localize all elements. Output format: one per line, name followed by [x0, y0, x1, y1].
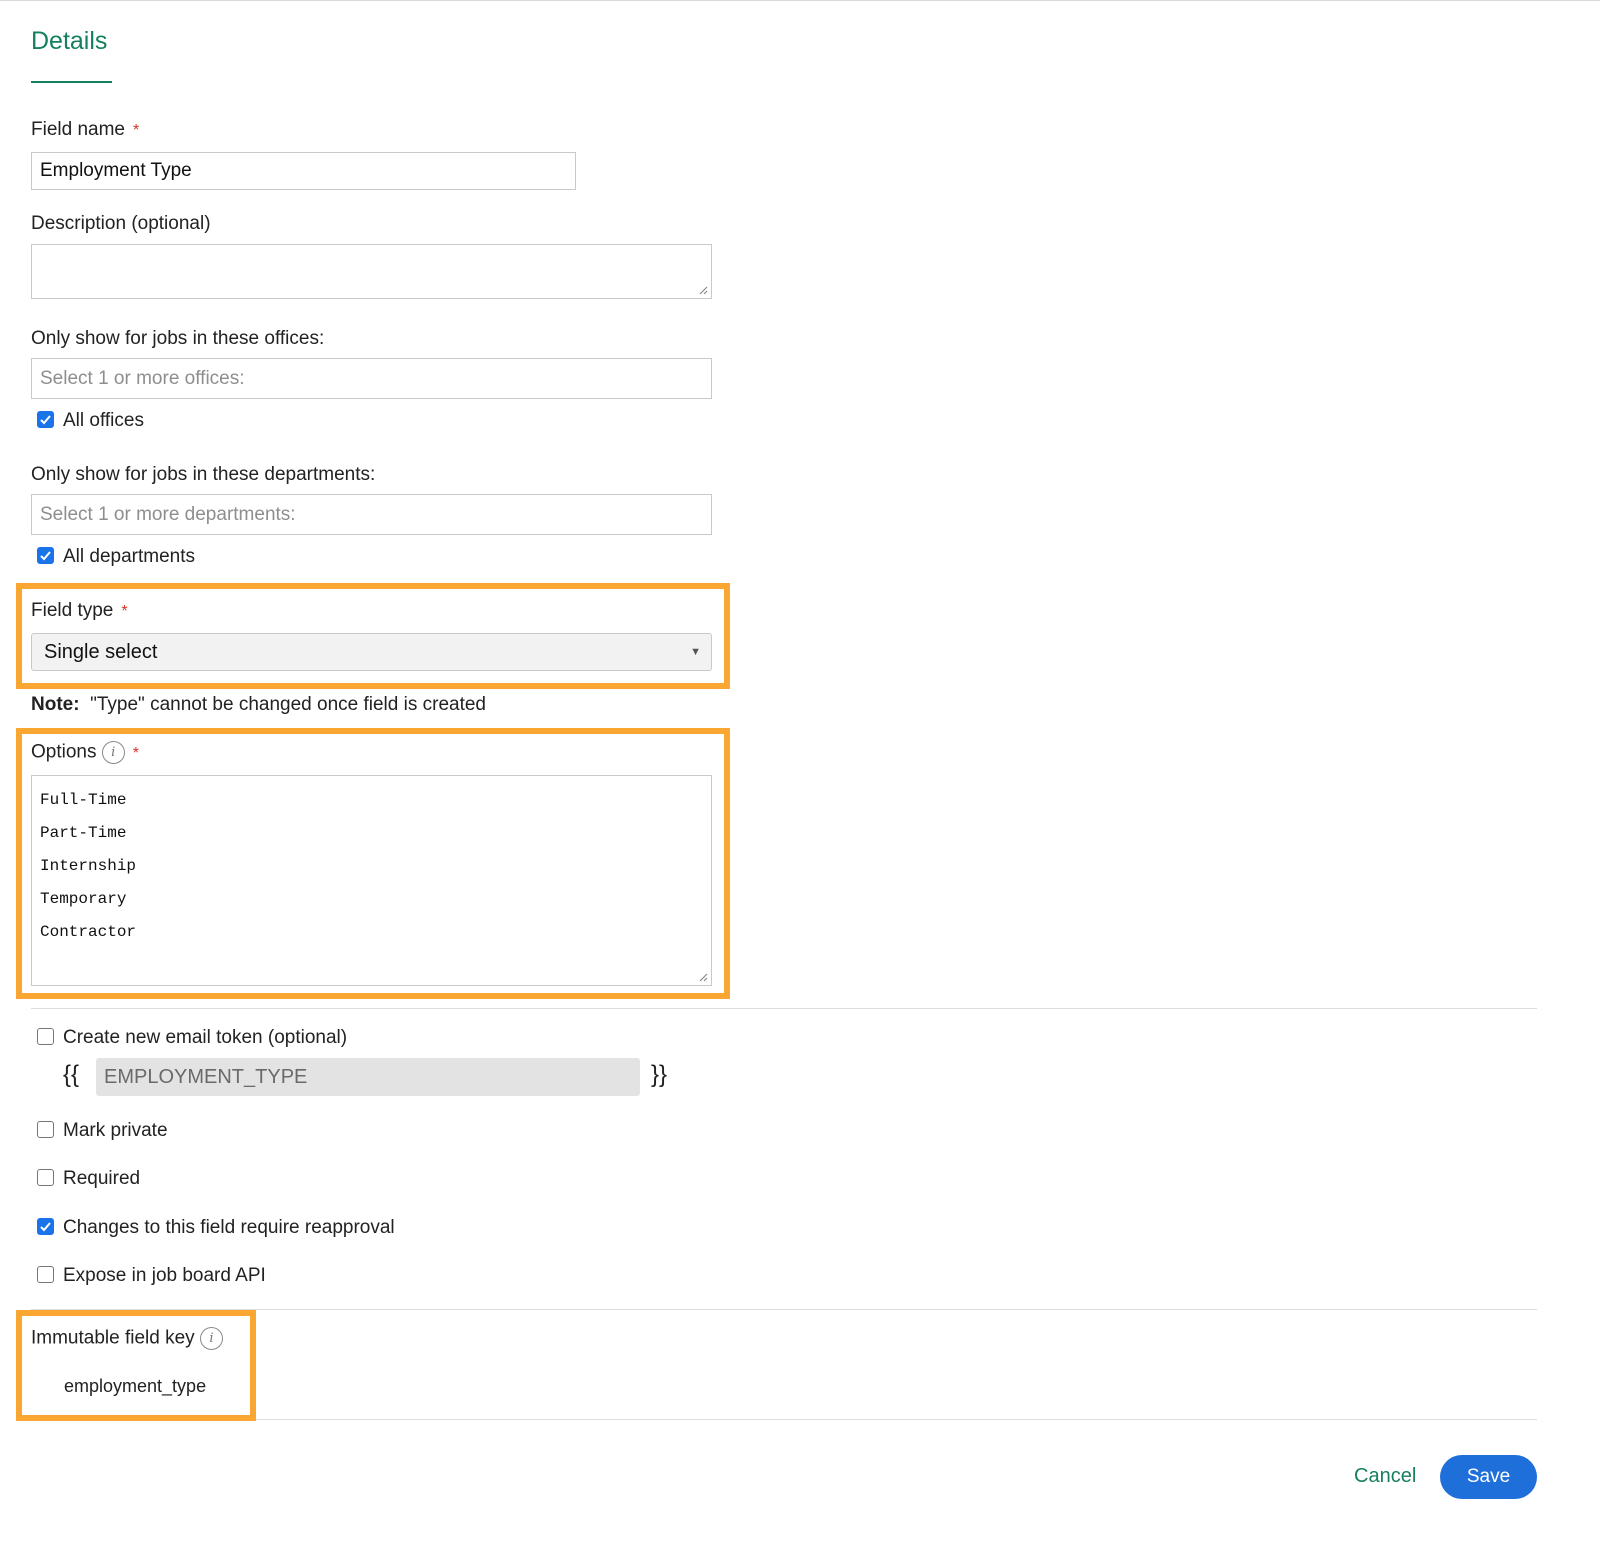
- reapproval-checkbox[interactable]: [37, 1218, 54, 1235]
- required-checkbox[interactable]: [37, 1169, 54, 1186]
- info-icon[interactable]: i: [101, 741, 125, 764]
- mark-private-checkbox[interactable]: [37, 1121, 54, 1138]
- tab-details[interactable]: Details: [31, 27, 107, 56]
- reapproval-label: Changes to this field require reapproval: [63, 1217, 395, 1238]
- field-type-value: Single select: [44, 640, 158, 663]
- option-item: Full-Time: [40, 791, 127, 809]
- options-list: Full-Time Part-Time Internship Temporary…: [40, 790, 136, 955]
- description-label: Description (optional): [31, 213, 211, 234]
- all-departments-label: All departments: [63, 546, 196, 567]
- save-button[interactable]: Save: [1440, 1455, 1537, 1499]
- all-departments-checkbox[interactable]: [37, 547, 54, 564]
- expose-api-label: Expose in job board API: [63, 1265, 266, 1286]
- option-item: Temporary: [40, 890, 127, 908]
- option-item: Internship: [40, 857, 137, 875]
- expose-api-checkbox[interactable]: [37, 1266, 54, 1283]
- checkmark-icon: [40, 415, 51, 425]
- section-divider: [31, 1309, 1537, 1310]
- email-token-checkbox[interactable]: [37, 1028, 54, 1045]
- tab-active-underline: [31, 81, 112, 83]
- required-asterisk: *: [121, 603, 128, 620]
- chevron-down-icon: ▼: [690, 646, 701, 658]
- token-open-brace: {{: [63, 1061, 80, 1088]
- field-name-input[interactable]: Employment Type: [31, 152, 576, 190]
- email-token-input[interactable]: EMPLOYMENT_TYPE: [96, 1058, 640, 1096]
- cancel-button[interactable]: Cancel: [1354, 1465, 1416, 1488]
- all-offices-checkbox[interactable]: [37, 411, 54, 428]
- note-bold: Note:: [31, 694, 80, 715]
- all-offices-label: All offices: [63, 410, 144, 431]
- section-divider: [31, 1008, 1537, 1009]
- departments-label: Only show for jobs in these departments:: [31, 464, 376, 485]
- resize-grip-icon[interactable]: [698, 285, 708, 295]
- field-name-label: Field name *: [31, 119, 140, 140]
- immutable-key-label: Immutable field key i: [31, 1327, 223, 1350]
- immutable-key-value: employment_type: [64, 1376, 207, 1396]
- mark-private-label: Mark private: [63, 1120, 168, 1141]
- field-type-label: Field type *: [31, 600, 128, 621]
- option-item: Contractor: [40, 923, 137, 941]
- description-textarea[interactable]: [31, 244, 712, 299]
- type-note: Note: "Type" cannot be changed once fiel…: [31, 694, 486, 716]
- required-asterisk: *: [132, 744, 139, 762]
- note-text: "Type" cannot be changed once field is c…: [90, 694, 486, 715]
- field-type-select[interactable]: Single select ▼: [31, 633, 712, 671]
- required-asterisk: *: [133, 122, 140, 139]
- required-label: Required: [63, 1168, 141, 1189]
- checkmark-icon: [40, 1222, 51, 1232]
- offices-select-input[interactable]: Select 1 or more offices:: [31, 358, 712, 399]
- checkmark-icon: [40, 551, 51, 561]
- section-divider: [256, 1419, 1537, 1420]
- email-token-label: Create new email token (optional): [63, 1027, 348, 1048]
- departments-select-input[interactable]: Select 1 or more departments:: [31, 494, 712, 535]
- info-icon[interactable]: i: [199, 1327, 223, 1350]
- offices-label: Only show for jobs in these offices:: [31, 328, 325, 349]
- resize-grip-icon[interactable]: [698, 972, 708, 982]
- options-label: Options i *: [31, 741, 139, 764]
- token-close-brace: }}: [651, 1061, 668, 1088]
- option-item: Part-Time: [40, 824, 127, 842]
- top-border: [0, 0, 1600, 1]
